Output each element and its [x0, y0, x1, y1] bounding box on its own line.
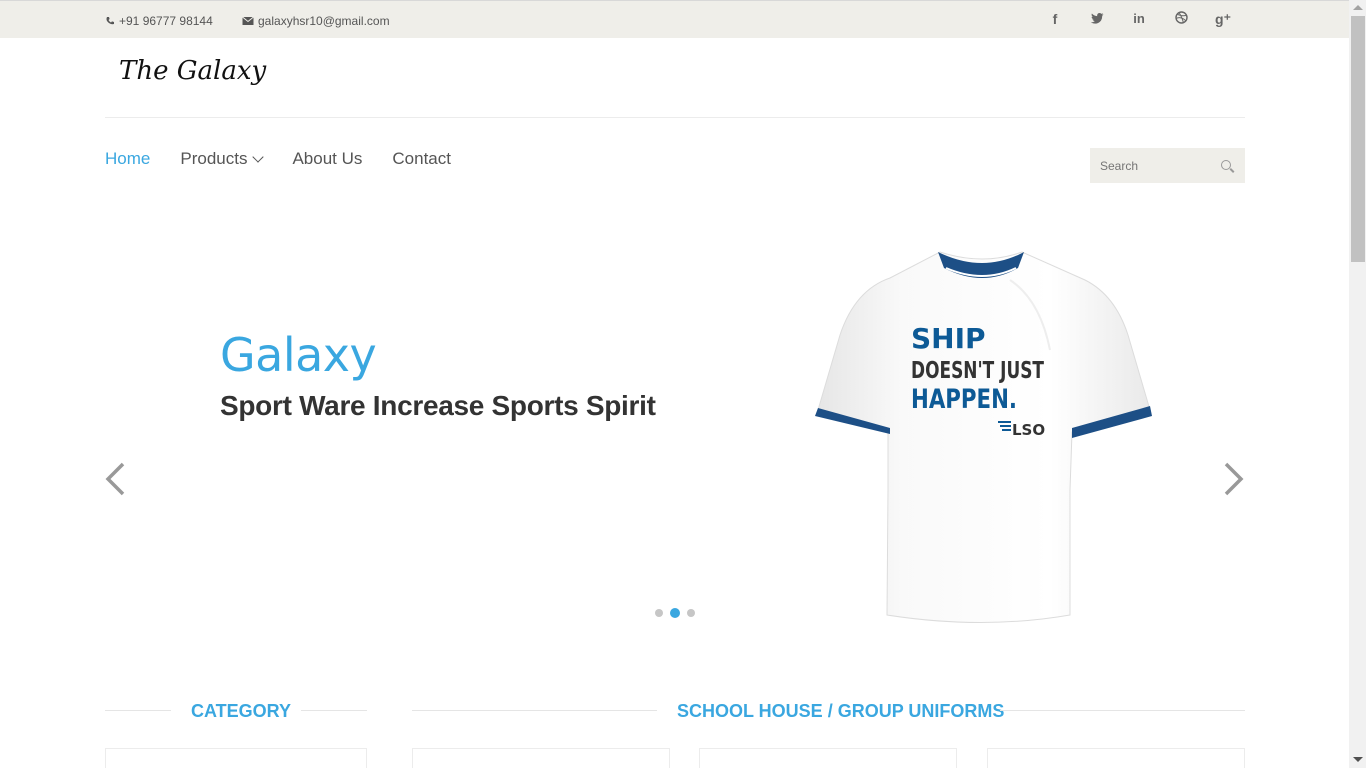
slider-dot[interactable] — [655, 609, 663, 617]
header-divider — [105, 117, 1245, 118]
chevron-down-icon — [252, 151, 265, 163]
nav-about-us[interactable]: About Us — [292, 149, 362, 169]
main-nav: Home Products About Us Contact — [105, 149, 451, 169]
slider-dot-active[interactable] — [670, 608, 680, 618]
uniforms-divider-left — [412, 710, 657, 711]
search-input[interactable] — [1090, 148, 1210, 183]
category-panel — [105, 748, 367, 768]
social-links: f in g⁺ — [1047, 11, 1231, 28]
shirt-print-lso: LSO — [1012, 421, 1045, 439]
scroll-up-arrow-icon[interactable] — [1353, 5, 1363, 10]
uniforms-divider-right — [1000, 710, 1245, 711]
search-box — [1090, 148, 1245, 183]
phone-contact: +91 96777 98144 — [105, 14, 213, 28]
top-bar: +91 96777 98144 galaxyhsr10@gmail.com f … — [0, 0, 1349, 38]
envelope-icon — [242, 16, 254, 25]
uniforms-heading: SCHOOL HOUSE / GROUP UNIFORMS — [677, 701, 1005, 721]
search-icon[interactable] — [1221, 160, 1231, 170]
dribbble-icon[interactable] — [1173, 11, 1189, 28]
site-logo[interactable]: The Galaxy — [119, 56, 266, 86]
nav-products-label: Products — [180, 149, 248, 168]
email-address[interactable]: galaxyhsr10@gmail.com — [258, 14, 390, 28]
slider-prev-arrow-icon[interactable] — [100, 462, 134, 496]
scrollbar-thumb[interactable] — [1351, 16, 1365, 262]
tshirt-product-image: SHIP DOESN'T JUST HAPPEN. LSO — [815, 251, 1152, 623]
category-divider-left — [105, 710, 171, 711]
nav-home[interactable]: Home — [105, 149, 150, 169]
phone-number: +91 96777 98144 — [119, 14, 213, 28]
product-card[interactable] — [987, 748, 1245, 768]
category-divider-right — [301, 710, 367, 711]
shirt-print-ship: SHIP — [911, 322, 986, 355]
hero-title: Galaxy — [220, 328, 377, 382]
slider-next-arrow-icon[interactable] — [1216, 462, 1250, 496]
product-card[interactable] — [412, 748, 670, 768]
twitter-icon[interactable] — [1089, 11, 1105, 28]
nav-contact[interactable]: Contact — [392, 149, 451, 169]
phone-icon — [106, 17, 114, 25]
hero-subtitle: Sport Ware Increase Sports Spirit — [220, 390, 656, 421]
shirt-print-doesnt-just: DOESN'T JUST — [911, 358, 1044, 384]
facebook-icon[interactable]: f — [1047, 11, 1063, 28]
google-plus-icon[interactable]: g⁺ — [1215, 11, 1231, 28]
scroll-down-arrow-icon[interactable] — [1353, 757, 1363, 762]
category-heading: CATEGORY — [191, 701, 292, 721]
product-card[interactable] — [699, 748, 957, 768]
linkedin-icon[interactable]: in — [1131, 11, 1147, 28]
shirt-print-happen: HAPPEN. — [911, 384, 1017, 415]
slider-pagination — [655, 608, 695, 618]
slider-dot[interactable] — [687, 609, 695, 617]
nav-products[interactable]: Products — [180, 149, 265, 169]
email-contact[interactable]: galaxyhsr10@gmail.com — [242, 14, 390, 28]
